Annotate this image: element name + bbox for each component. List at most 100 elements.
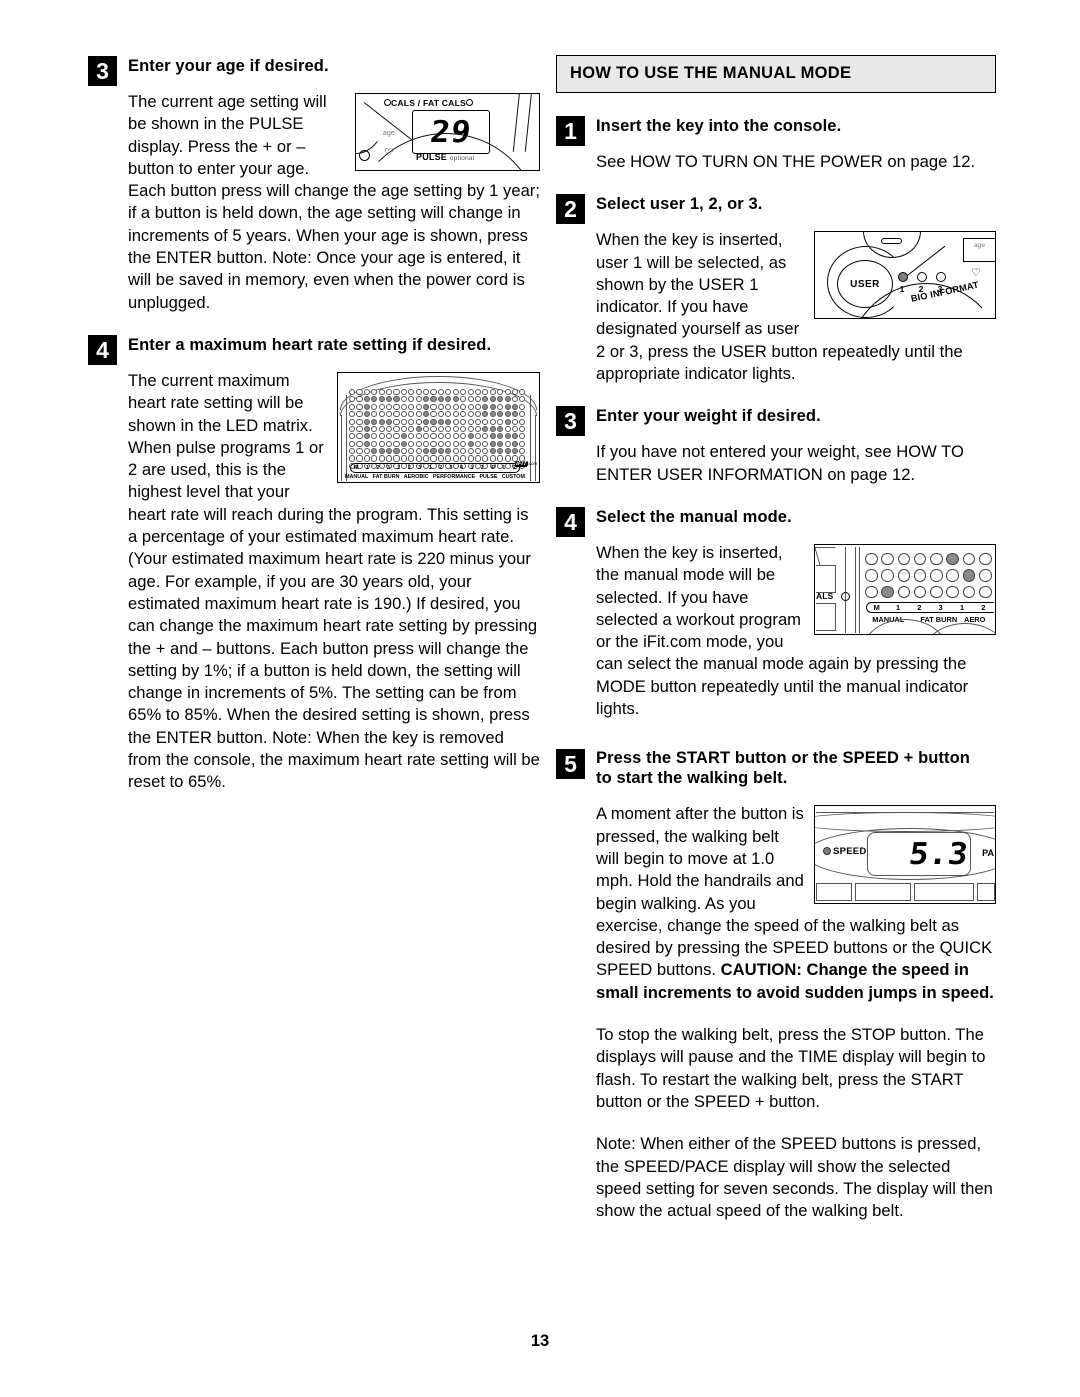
step-3-enter-age: 3 Enter your age if desired.	[88, 55, 540, 86]
user-indicator-lights	[898, 272, 946, 283]
led-cell	[962, 585, 976, 599]
console-panel-box	[816, 564, 836, 593]
led-cell	[913, 552, 927, 566]
program-name-row: MANUAL FAT BURN AEROBIC PERFORMANCE PULSE CUS…	[345, 474, 525, 480]
led-cell	[393, 440, 400, 447]
led-cell	[415, 403, 422, 410]
manual-mode-figure: ALS M12312 MANUAL FAT BURN AERO	[814, 543, 996, 635]
program-number: 1	[895, 602, 901, 612]
led-cell	[489, 425, 496, 433]
led-cell	[474, 440, 481, 447]
led-cell	[504, 425, 511, 433]
led-cell	[408, 396, 415, 403]
led-cell	[482, 388, 489, 396]
led-cell	[386, 425, 393, 433]
led-cell	[371, 455, 378, 462]
led-cell	[378, 418, 385, 425]
led-cell	[452, 440, 459, 447]
program-number: 3	[938, 602, 943, 612]
led-cell	[881, 585, 894, 599]
led-cell	[363, 425, 370, 433]
led-cell	[460, 440, 467, 447]
step-title-line-1: Press the START button or the SPEED + bu…	[596, 749, 970, 768]
console-divider-line	[855, 546, 857, 633]
led-cell	[474, 418, 481, 425]
step-2-select-user: 2 Select user 1, 2, or 3.	[556, 193, 996, 225]
led-cell	[946, 585, 959, 599]
led-cell	[445, 448, 452, 455]
led-cell	[349, 403, 356, 410]
led-cell	[445, 396, 452, 403]
led-cell	[386, 455, 393, 462]
led-cell	[489, 418, 496, 425]
cals-label: CALS	[391, 98, 416, 108]
led-cell	[460, 388, 467, 396]
led-cell	[371, 425, 378, 433]
step-5-paragraph-2: To stop the walking belt, press the STOP…	[596, 1025, 986, 1111]
led-cell	[930, 569, 943, 582]
console-key[interactable]	[855, 883, 911, 902]
led-cell	[356, 448, 363, 455]
step-title: Select the manual mode.	[596, 507, 792, 526]
led-cell	[393, 418, 400, 425]
led-cell	[356, 418, 363, 425]
led-cell	[437, 433, 444, 440]
led-cell	[519, 425, 526, 433]
step-4-body: ALS M12312 MANUAL FAT BURN AERO When the k…	[596, 542, 996, 720]
led-cell	[460, 425, 467, 433]
led-cell	[489, 433, 496, 440]
led-cell	[371, 411, 378, 418]
cals-indicator-icon	[384, 99, 391, 106]
led-cell	[474, 396, 481, 403]
ifit-logo: iFIT.com	[514, 460, 538, 467]
led-cell	[349, 440, 356, 447]
led-cell	[930, 585, 943, 599]
led-cell	[356, 396, 363, 403]
step-title: Enter your age if desired.	[128, 57, 329, 75]
slash-label: /	[417, 98, 421, 108]
led-cell	[497, 411, 504, 418]
led-cell	[415, 411, 422, 418]
led-cell	[423, 418, 430, 425]
console-key[interactable]	[977, 883, 995, 902]
console-key[interactable]	[816, 883, 852, 902]
led-cell	[437, 425, 444, 433]
led-cell	[415, 433, 422, 440]
led-cell	[378, 448, 385, 455]
led-cell	[474, 433, 481, 440]
console-side-line	[341, 414, 343, 481]
led-cell	[378, 388, 385, 396]
pulse-optional-text: optional	[449, 155, 475, 162]
led-cell	[913, 569, 927, 582]
led-cell	[408, 418, 415, 425]
led-cell	[349, 388, 356, 396]
led-cell	[437, 418, 444, 425]
led-cell	[482, 433, 489, 440]
cals-row: CALS / FAT CALS	[384, 98, 473, 108]
step-title: Select user 1, 2, or 3.	[596, 195, 763, 214]
program-number: 3	[386, 464, 390, 471]
led-cell	[467, 455, 474, 462]
speed-pace-display-figure: 5.3 SPEED PA	[814, 805, 996, 905]
led-cell	[437, 411, 444, 418]
led-cell	[489, 411, 496, 418]
led-cell	[363, 448, 370, 455]
led-cell	[467, 396, 474, 403]
led-cell	[897, 569, 911, 582]
led-cell	[489, 440, 496, 447]
led-cell	[946, 569, 959, 582]
console-side-line	[534, 414, 536, 481]
console-key[interactable]	[914, 883, 974, 902]
led-cell	[474, 403, 481, 410]
console-side-line	[346, 394, 348, 481]
led-matrix-grid	[349, 388, 527, 470]
step-5-paragraph-3: Note: When either of the SPEED buttons i…	[596, 1134, 993, 1221]
led-cell	[467, 411, 474, 418]
led-cell	[430, 411, 437, 418]
led-cell	[400, 425, 407, 433]
led-cell	[460, 411, 467, 418]
led-cell	[467, 403, 474, 410]
led-cell	[415, 448, 422, 455]
led-cell	[460, 403, 467, 410]
led-cell	[408, 411, 415, 418]
